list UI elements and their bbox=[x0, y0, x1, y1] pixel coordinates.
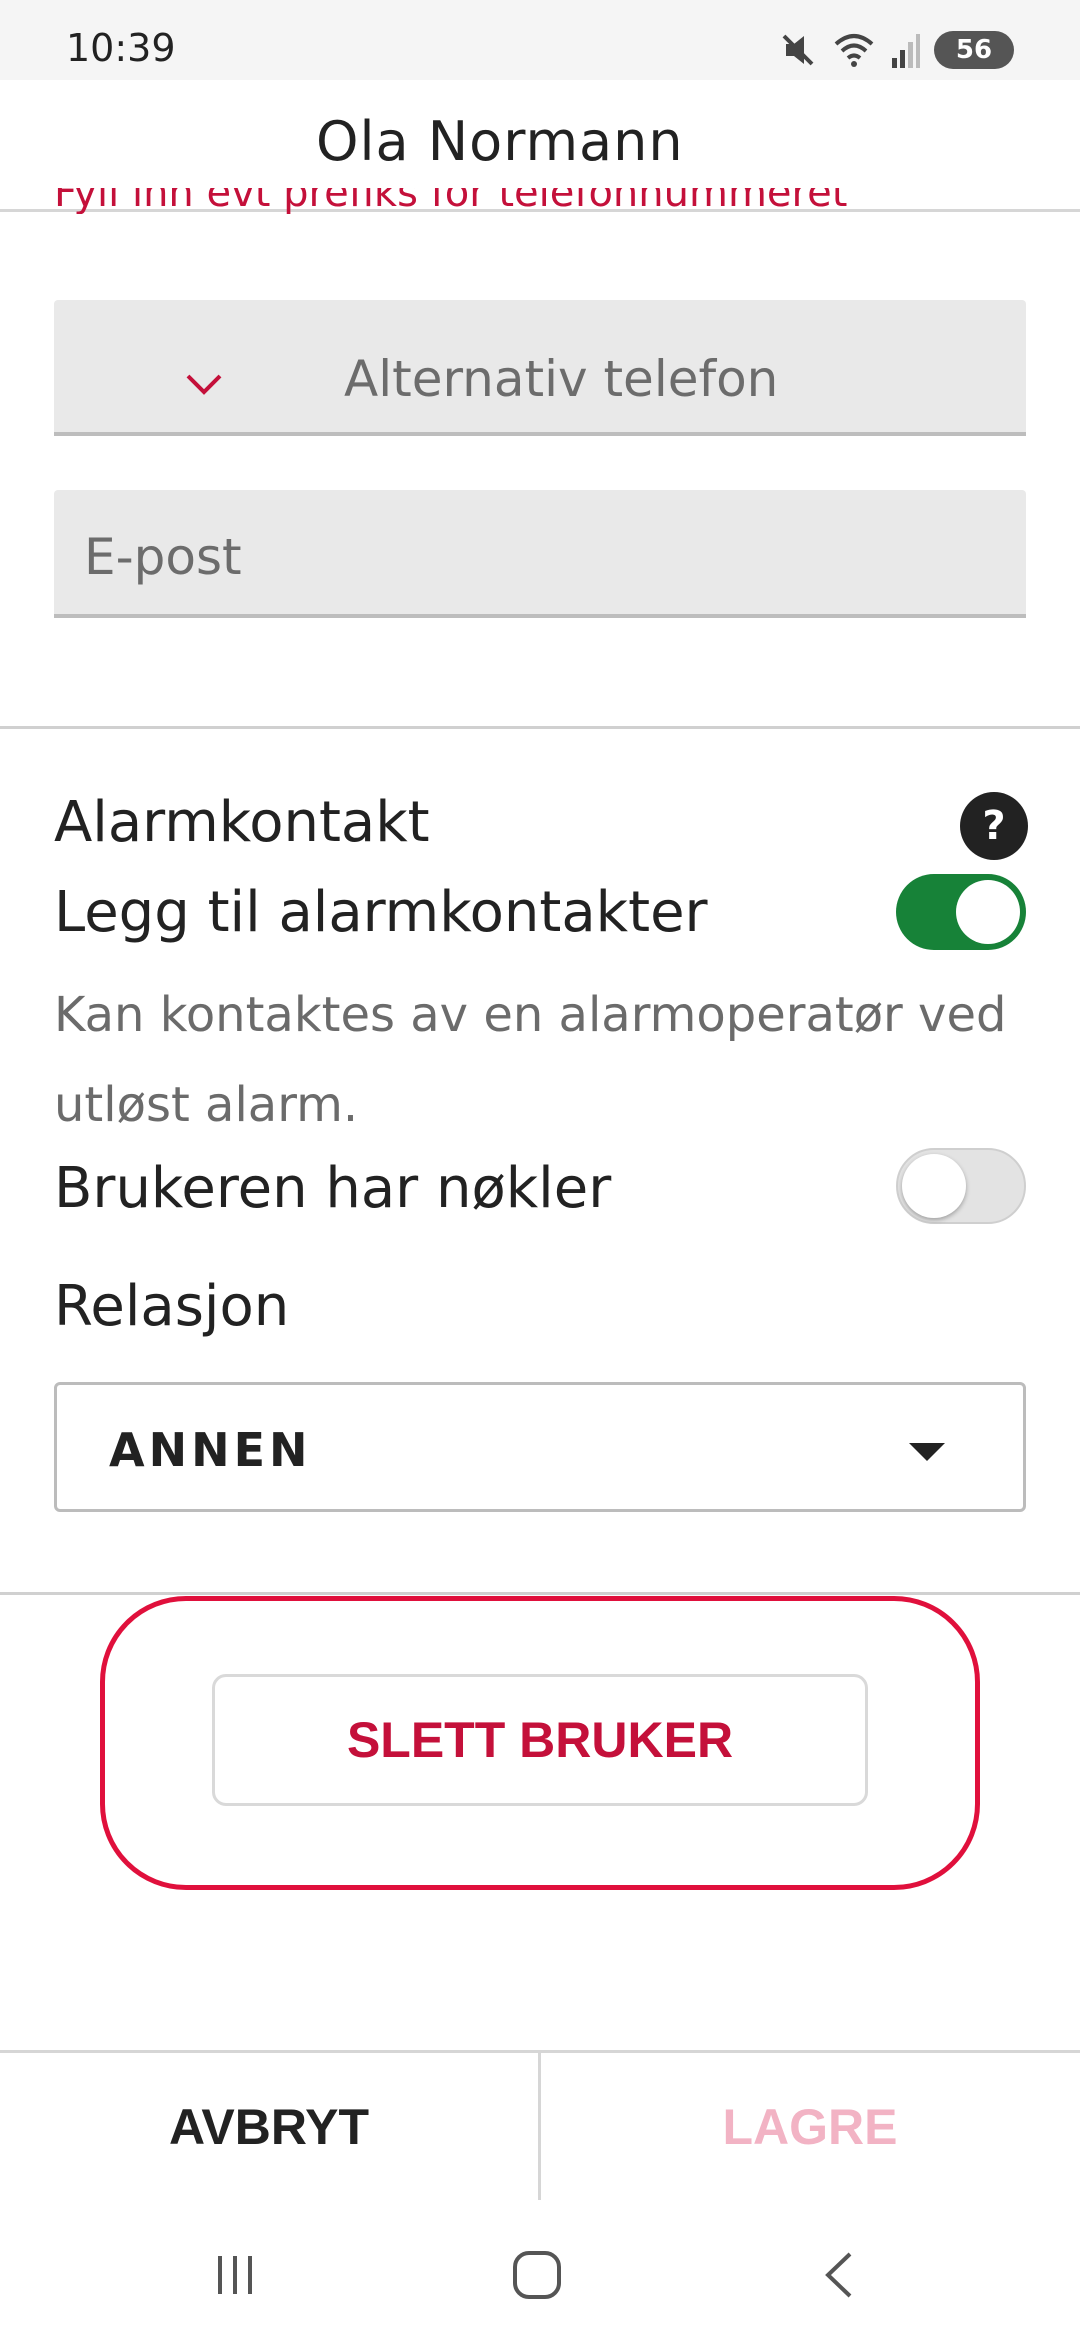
wifi-icon bbox=[834, 34, 874, 67]
relation-select[interactable]: ANNEN bbox=[54, 1382, 1026, 1512]
alternative-phone-label: Alternativ telefon bbox=[344, 350, 779, 408]
status-bar: 10:39 56 bbox=[0, 0, 1080, 80]
chevron-down-icon[interactable] bbox=[184, 368, 224, 398]
alternative-phone-field[interactable]: Alternativ telefon bbox=[54, 300, 1026, 436]
status-time: 10:39 bbox=[66, 26, 176, 70]
add-alarm-contacts-toggle[interactable] bbox=[896, 874, 1026, 950]
status-icons: 56 bbox=[778, 30, 1014, 70]
email-field[interactable]: E-post bbox=[54, 490, 1026, 618]
help-icon[interactable]: ? bbox=[960, 792, 1028, 860]
system-navigation-bar bbox=[0, 2200, 1080, 2340]
delete-user-label: SLETT BRUKER bbox=[346, 1712, 734, 1768]
page-title: Ola Normann bbox=[316, 110, 684, 173]
has-keys-label: Brukeren har nøkler bbox=[54, 1156, 612, 1221]
toggle-knob bbox=[902, 1154, 966, 1218]
section-divider bbox=[0, 726, 1080, 729]
alarm-section-title: Alarmkontakt bbox=[54, 790, 430, 855]
relation-value: ANNEN bbox=[109, 1423, 312, 1477]
dropdown-caret-icon bbox=[909, 1443, 945, 1461]
alarm-contacts-description: Kan kontaktes av en alarmoperatør ved ut… bbox=[54, 987, 1007, 1133]
recent-apps-icon[interactable] bbox=[200, 2240, 270, 2310]
save-button[interactable]: LAGRE bbox=[541, 2053, 1079, 2201]
help-symbol: ? bbox=[982, 803, 1006, 849]
battery-icon: 56 bbox=[934, 31, 1014, 69]
bottom-action-bar: AVBRYT LAGRE bbox=[0, 2050, 1080, 2201]
home-icon[interactable] bbox=[502, 2240, 572, 2310]
has-keys-toggle[interactable] bbox=[896, 1148, 1026, 1224]
mute-icon bbox=[782, 34, 814, 66]
phone-prefix-hint: Fyll inn evt prefiks for telefonnummeret bbox=[54, 188, 848, 214]
relation-label: Relasjon bbox=[54, 1274, 290, 1339]
signal-icon bbox=[892, 34, 920, 68]
battery-level: 56 bbox=[955, 35, 993, 65]
cancel-button[interactable]: AVBRYT bbox=[0, 2053, 538, 2201]
add-alarm-contacts-label: Legg til alarmkontakter bbox=[54, 880, 708, 945]
delete-user-button[interactable]: SLETT BRUKER bbox=[212, 1674, 868, 1806]
toggle-knob bbox=[956, 880, 1020, 944]
email-placeholder: E-post bbox=[84, 528, 242, 586]
section-divider bbox=[0, 1592, 1080, 1595]
back-icon[interactable] bbox=[806, 2240, 876, 2310]
phone-prefix-hint-container: Fyll inn evt prefiks for telefonnummeret bbox=[54, 188, 954, 214]
